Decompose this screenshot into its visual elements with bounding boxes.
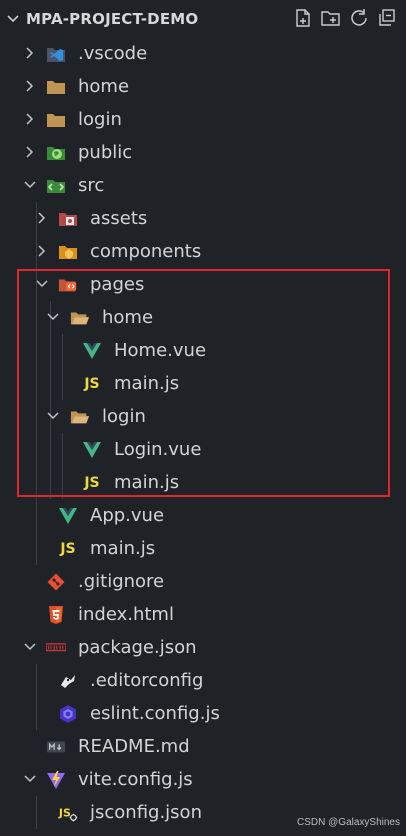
chevron-down-icon[interactable]	[22, 177, 38, 193]
tree-item-assets[interactable]: assets	[0, 202, 406, 235]
assets-folder-icon	[58, 209, 78, 229]
editorconfig-icon	[58, 671, 78, 691]
tree-item-label: package.json	[78, 637, 197, 658]
tree-item-label: .vscode	[78, 43, 148, 64]
tree-item-package-json[interactable]: package.json	[0, 631, 406, 664]
tree-item-src[interactable]: src	[0, 169, 406, 202]
tree-item-label: App.vue	[90, 505, 165, 526]
vscode-folder-icon	[46, 44, 66, 64]
eslint-icon	[58, 704, 78, 724]
tree-item-login[interactable]: login	[0, 103, 406, 136]
tree-item-components[interactable]: components	[0, 235, 406, 268]
new-folder-icon[interactable]	[320, 7, 342, 29]
components-folder-icon	[58, 242, 78, 262]
tree-item-label: eslint.config.js	[90, 703, 220, 724]
tree-item-label: components	[90, 241, 202, 262]
tree-item-index-html[interactable]: index.html	[0, 598, 406, 631]
npm-icon	[46, 638, 66, 658]
src-folder-icon	[46, 176, 66, 196]
public-folder-icon	[46, 143, 66, 163]
chevron-right-icon[interactable]	[34, 243, 50, 259]
tree-item-label: assets	[90, 208, 148, 229]
tree-item-vite-config[interactable]: vite.config.js	[0, 763, 406, 796]
chevron-right-icon[interactable]	[34, 210, 50, 226]
tree-item-label: .gitignore	[78, 571, 165, 592]
collapse-all-icon[interactable]	[376, 7, 398, 29]
watermark: CSDN @GalaxyShines	[297, 817, 400, 828]
tree-item-label: login	[78, 109, 122, 130]
tree-item-label: .editorconfig	[90, 670, 204, 691]
tree-item-label: jsconfig.json	[90, 802, 202, 823]
tree-item-label: vite.config.js	[78, 769, 193, 790]
chevron-right-icon[interactable]	[22, 45, 38, 61]
project-title[interactable]: MPA-PROJECT-DEMO	[26, 10, 198, 28]
tree-item-label: README.md	[78, 736, 190, 757]
git-icon	[46, 572, 66, 592]
chevron-right-icon[interactable]	[22, 144, 38, 160]
highlight-box	[17, 269, 390, 497]
svg-text:JS: JS	[58, 807, 71, 820]
refresh-icon[interactable]	[348, 7, 370, 29]
tree-item-gitignore[interactable]: .gitignore	[0, 565, 406, 598]
tree-item-label: index.html	[78, 604, 174, 625]
jsconfig-icon: JS	[58, 803, 78, 823]
chevron-right-icon[interactable]	[22, 111, 38, 127]
tree-item-vscode[interactable]: .vscode	[0, 37, 406, 70]
tree-item-label: src	[78, 175, 105, 196]
tree-item-public[interactable]: public	[0, 136, 406, 169]
vue-icon	[58, 506, 78, 526]
folder-icon	[46, 110, 66, 130]
tree-item-label: public	[78, 142, 133, 163]
chevron-down-icon[interactable]	[22, 771, 38, 787]
explorer-actions	[292, 7, 398, 29]
tree-item-eslint-config[interactable]: eslint.config.js	[0, 697, 406, 730]
tree-item-src-main-js[interactable]: JS main.js	[0, 532, 406, 565]
vite-icon	[46, 770, 66, 790]
tree-item-app-vue[interactable]: App.vue	[0, 499, 406, 532]
explorer-header[interactable]: MPA-PROJECT-DEMO	[0, 0, 406, 38]
tree-item-home[interactable]: home	[0, 70, 406, 103]
chevron-down-icon[interactable]	[22, 639, 38, 655]
tree-item-editorconfig[interactable]: .editorconfig	[0, 664, 406, 697]
chevron-down-icon[interactable]	[4, 10, 22, 28]
html5-icon	[46, 605, 66, 625]
chevron-right-icon[interactable]	[22, 78, 38, 94]
tree-item-label: home	[78, 76, 130, 97]
markdown-icon	[46, 737, 66, 757]
tree-item-readme[interactable]: README.md	[0, 730, 406, 763]
new-file-icon[interactable]	[292, 7, 314, 29]
tree-item-label: main.js	[90, 538, 156, 559]
folder-icon	[46, 77, 66, 97]
js-icon: JS	[60, 541, 76, 557]
